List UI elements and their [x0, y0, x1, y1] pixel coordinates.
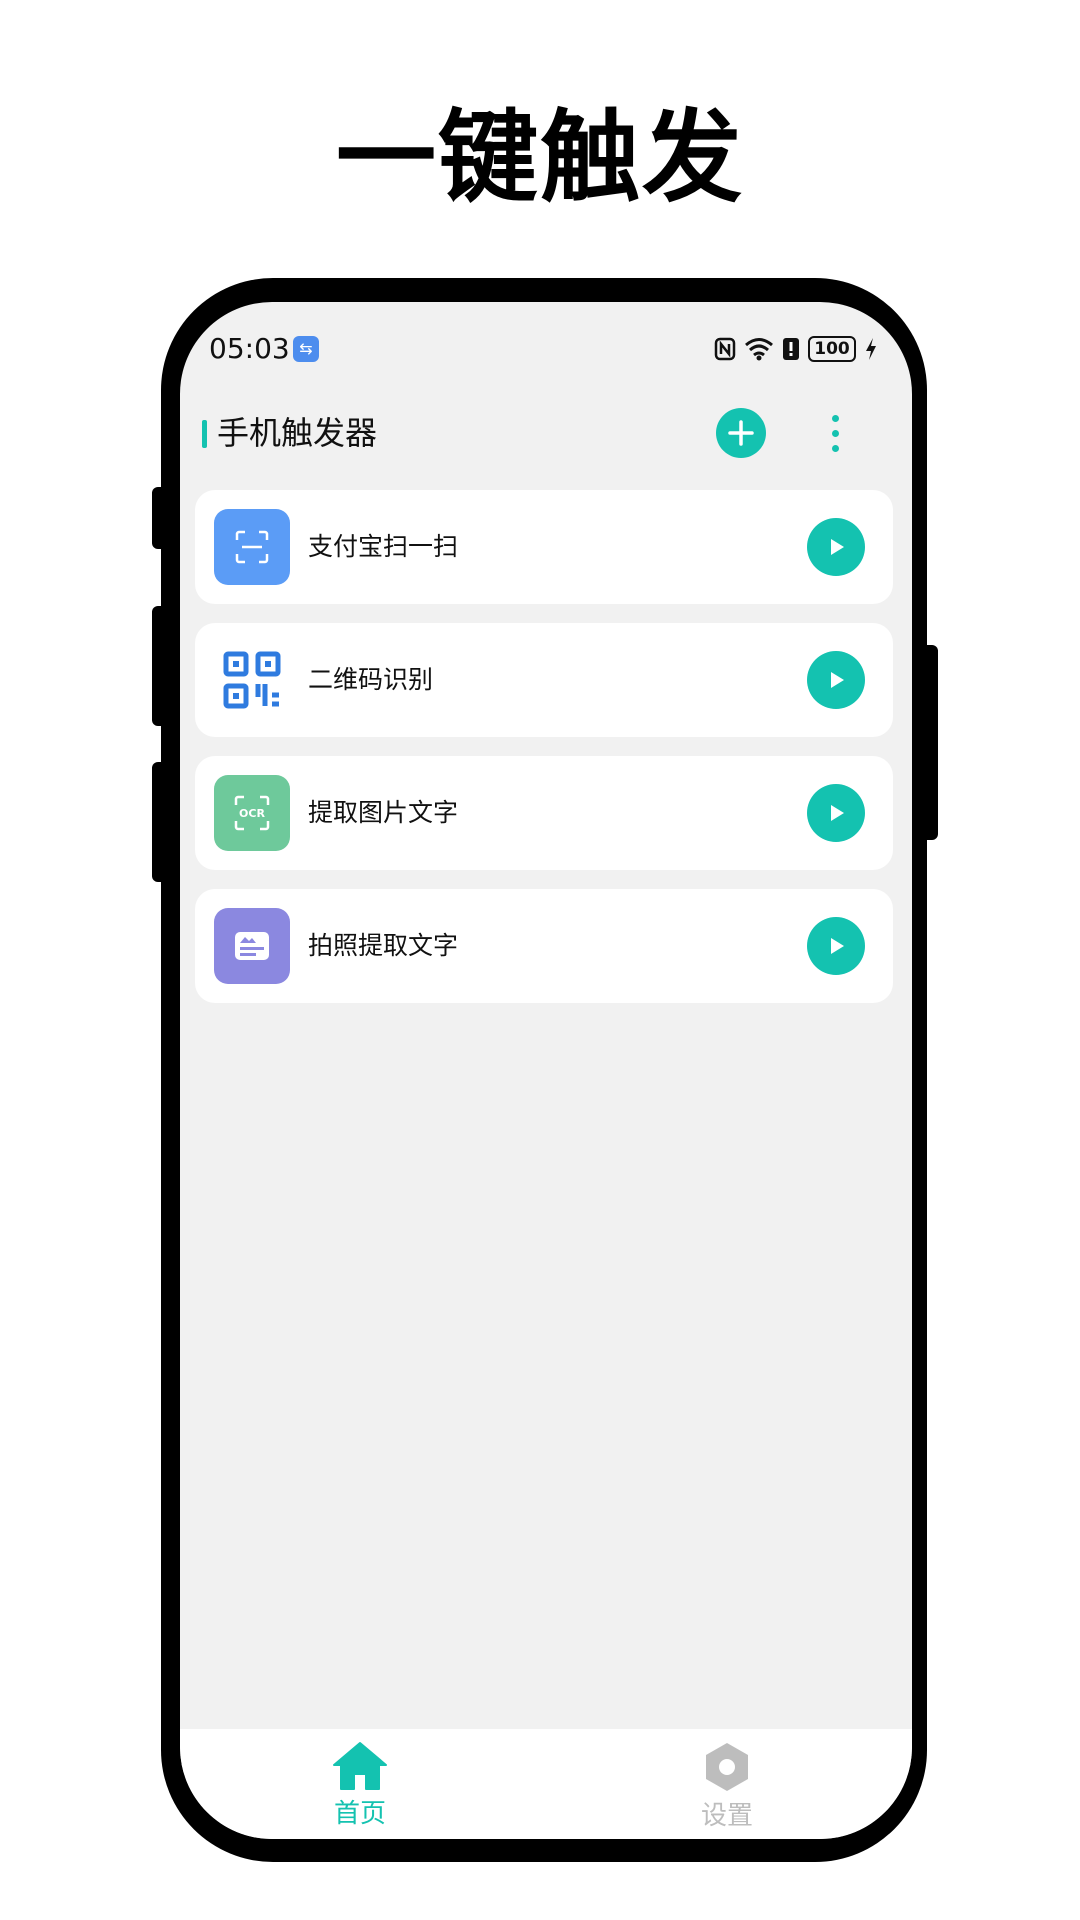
- play-icon: [831, 539, 844, 555]
- shortcut-card-qr-recognition[interactable]: 二维码识别: [195, 623, 893, 737]
- run-button[interactable]: [807, 784, 865, 842]
- scan-icon: [214, 509, 290, 585]
- ocr-icon-text: OCR: [239, 807, 265, 820]
- more-options-button[interactable]: [820, 408, 850, 458]
- page-title: 手机触发器: [217, 414, 378, 452]
- photo-card-icon: [214, 908, 290, 984]
- shortcut-label: 拍照提取文字: [308, 931, 459, 960]
- play-icon: [831, 672, 844, 688]
- play-icon: [831, 938, 844, 954]
- bottom-navigation: 首页 设置: [180, 1729, 912, 1839]
- nav-label-settings: 设置: [700, 1801, 753, 1831]
- play-icon: [831, 805, 844, 821]
- more-dot-icon: [831, 429, 839, 437]
- nfc-icon: [714, 337, 736, 361]
- ocr-icon: OCR: [214, 775, 290, 851]
- shortcut-label: 提取图片文字: [308, 798, 459, 827]
- shortcut-card-alipay-scan[interactable]: 支付宝扫一扫: [195, 490, 893, 604]
- shortcut-list: 支付宝扫一扫 二维码识别 OCR 提取图片文字 拍照提取文字: [195, 490, 893, 1022]
- nav-label-home: 首页: [333, 1799, 386, 1829]
- qr-code-icon: [214, 642, 290, 718]
- more-dot-icon: [831, 444, 839, 452]
- wifi-icon: [745, 338, 773, 361]
- shortcut-label: 二维码识别: [308, 665, 434, 694]
- status-time: 05:03: [209, 332, 290, 365]
- charging-icon: [866, 338, 876, 360]
- plus-icon: [728, 420, 754, 446]
- run-button[interactable]: [807, 651, 865, 709]
- shortcut-card-photo-text[interactable]: 拍照提取文字: [195, 889, 893, 1003]
- alert-icon: [783, 338, 799, 360]
- battery-indicator: 100: [808, 336, 856, 362]
- phone-screen: 05:03 ⇆ 100 手机触发器 支付宝扫一扫 二维码识别 OCR 提取图片文…: [180, 302, 912, 1839]
- nav-item-settings[interactable]: 设置: [667, 1741, 787, 1833]
- shortcut-card-image-text[interactable]: OCR 提取图片文字: [195, 756, 893, 870]
- more-dot-icon: [831, 414, 839, 422]
- headline: 一键触发: [336, 99, 744, 216]
- nav-item-home[interactable]: 首页: [300, 1741, 420, 1831]
- run-button[interactable]: [807, 518, 865, 576]
- add-button[interactable]: [716, 408, 766, 458]
- status-bar: 05:03 ⇆ 100: [180, 324, 912, 374]
- title-accent-bar: [202, 420, 207, 448]
- app-bar: 手机触发器: [180, 398, 912, 468]
- home-icon: [333, 1742, 387, 1790]
- shortcut-label: 支付宝扫一扫: [308, 532, 459, 561]
- status-icons: 100: [714, 332, 878, 366]
- run-button[interactable]: [807, 917, 865, 975]
- usb-icon: ⇆: [293, 336, 319, 362]
- settings-hex-icon: [706, 1743, 748, 1791]
